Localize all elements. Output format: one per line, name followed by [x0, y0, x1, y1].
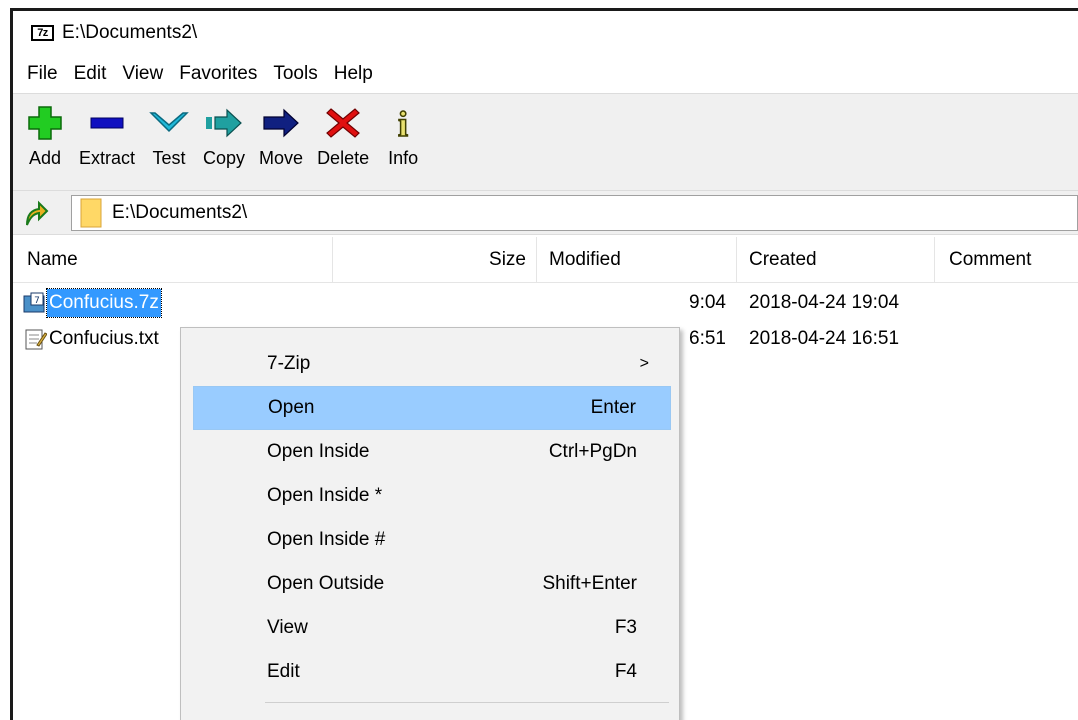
column-comment[interactable]: Comment — [935, 237, 1078, 283]
ctx-shortcut: Ctrl+PgDn — [548, 441, 637, 462]
ctx-item-view[interactable]: View F3 — [193, 606, 671, 650]
ctx-label: 7-Zip — [267, 353, 311, 374]
window-title: E:\Documents2\ — [62, 22, 198, 43]
minus-icon — [89, 100, 125, 146]
column-size[interactable]: Size — [333, 237, 537, 283]
column-created[interactable]: Created — [737, 237, 935, 283]
file-row-7z[interactable]: 7 Confucius.7z 9:04 2018-04-24 19:04 — [13, 287, 1078, 319]
path-text: E:\Documents2\ — [112, 201, 248, 223]
menu-view[interactable]: View — [122, 63, 163, 85]
ctx-label: Open Inside — [267, 441, 370, 462]
file-created: 2018-04-24 19:04 — [749, 292, 900, 313]
column-modified[interactable]: Modified — [537, 237, 737, 283]
address-bar: E:\Documents2\ — [13, 191, 1078, 235]
ctx-shortcut: Shift+Enter — [542, 573, 637, 594]
file-modified: 6:51 — [689, 328, 726, 349]
menu-file[interactable]: File — [27, 63, 58, 85]
menu-edit[interactable]: Edit — [74, 63, 107, 85]
ctx-item-open-inside-star[interactable]: Open Inside * — [193, 474, 671, 518]
test-label: Test — [152, 148, 186, 168]
move-label: Move — [259, 148, 304, 168]
up-folder-button[interactable] — [21, 198, 51, 228]
svg-text:7: 7 — [34, 296, 40, 306]
path-field[interactable]: E:\Documents2\ — [71, 194, 1078, 231]
ctx-item-open-inside-hash[interactable]: Open Inside # — [193, 518, 671, 562]
menu-tools[interactable]: Tools — [273, 63, 317, 85]
ctx-item-open-outside[interactable]: Open Outside Shift+Enter — [193, 562, 671, 606]
ctx-item-7zip[interactable]: 7-Zip > — [193, 342, 671, 386]
ctx-shortcut: Enter — [590, 397, 636, 418]
delete-button[interactable]: Delete — [317, 100, 369, 169]
ctx-item-open[interactable]: Open Enter — [193, 386, 671, 430]
context-menu: 7-Zip > Open Enter Open Inside Ctrl+PgDn… — [180, 327, 680, 720]
delete-x-icon — [325, 100, 361, 146]
file-name-cell: Confucius.txt — [23, 323, 161, 355]
plus-icon — [27, 100, 63, 146]
file-modified: 9:04 — [689, 292, 726, 313]
archive-icon: 7 — [23, 292, 45, 313]
delete-label: Delete — [317, 148, 370, 168]
ctx-label: Edit — [267, 661, 300, 682]
add-button[interactable]: Add — [25, 100, 65, 169]
ctx-item-open-inside[interactable]: Open Inside Ctrl+PgDn — [193, 430, 671, 474]
folder-icon — [80, 198, 102, 227]
checkmark-icon — [149, 100, 189, 146]
ctx-shortcut: F3 — [614, 617, 637, 638]
column-name[interactable]: Name — [13, 237, 333, 283]
menu-favorites[interactable]: Favorites — [179, 63, 257, 85]
add-label: Add — [28, 148, 62, 168]
ctx-shortcut: F4 — [614, 661, 637, 682]
test-button[interactable]: Test — [149, 100, 189, 169]
text-file-icon — [25, 329, 47, 350]
submenu-arrow-icon: > — [639, 355, 649, 372]
menu-help[interactable]: Help — [334, 63, 373, 85]
info-button[interactable]: i Info — [383, 100, 423, 169]
copy-label: Copy — [203, 148, 246, 168]
column-header: Name Size Modified Created Comment — [13, 237, 1078, 283]
move-arrow-icon — [261, 100, 301, 146]
file-name: Confucius.txt — [49, 328, 159, 349]
info-label: Info — [388, 148, 419, 168]
file-name-cell: 7 Confucius.7z — [23, 287, 162, 319]
ctx-separator — [265, 702, 669, 703]
up-arrow-icon — [26, 200, 49, 225]
toolbar: Add Extract Test Copy Move Delete i Info — [13, 93, 1078, 191]
copy-button[interactable]: Copy — [203, 100, 245, 169]
file-name: Confucius.7z — [46, 288, 162, 318]
ctx-label: Open Inside # — [267, 529, 386, 550]
7zip-app-icon: 7z — [31, 25, 54, 41]
info-icon: i — [388, 100, 418, 146]
ctx-label: Open Outside — [267, 573, 385, 594]
title-bar: 7z E:\Documents2\ — [13, 11, 1078, 55]
file-created: 2018-04-24 16:51 — [749, 328, 900, 349]
ctx-label: View — [267, 617, 308, 638]
ctx-label: Open — [268, 397, 315, 418]
move-button[interactable]: Move — [259, 100, 303, 169]
extract-label: Extract — [79, 148, 136, 168]
menu-bar: File Edit View Favorites Tools Help — [13, 55, 1078, 93]
info-glyph: i — [398, 104, 408, 142]
ctx-item-edit[interactable]: Edit F4 — [193, 650, 671, 694]
ctx-label: Open Inside * — [267, 485, 383, 506]
extract-button[interactable]: Extract — [79, 100, 135, 169]
copy-arrow-icon — [204, 100, 244, 146]
